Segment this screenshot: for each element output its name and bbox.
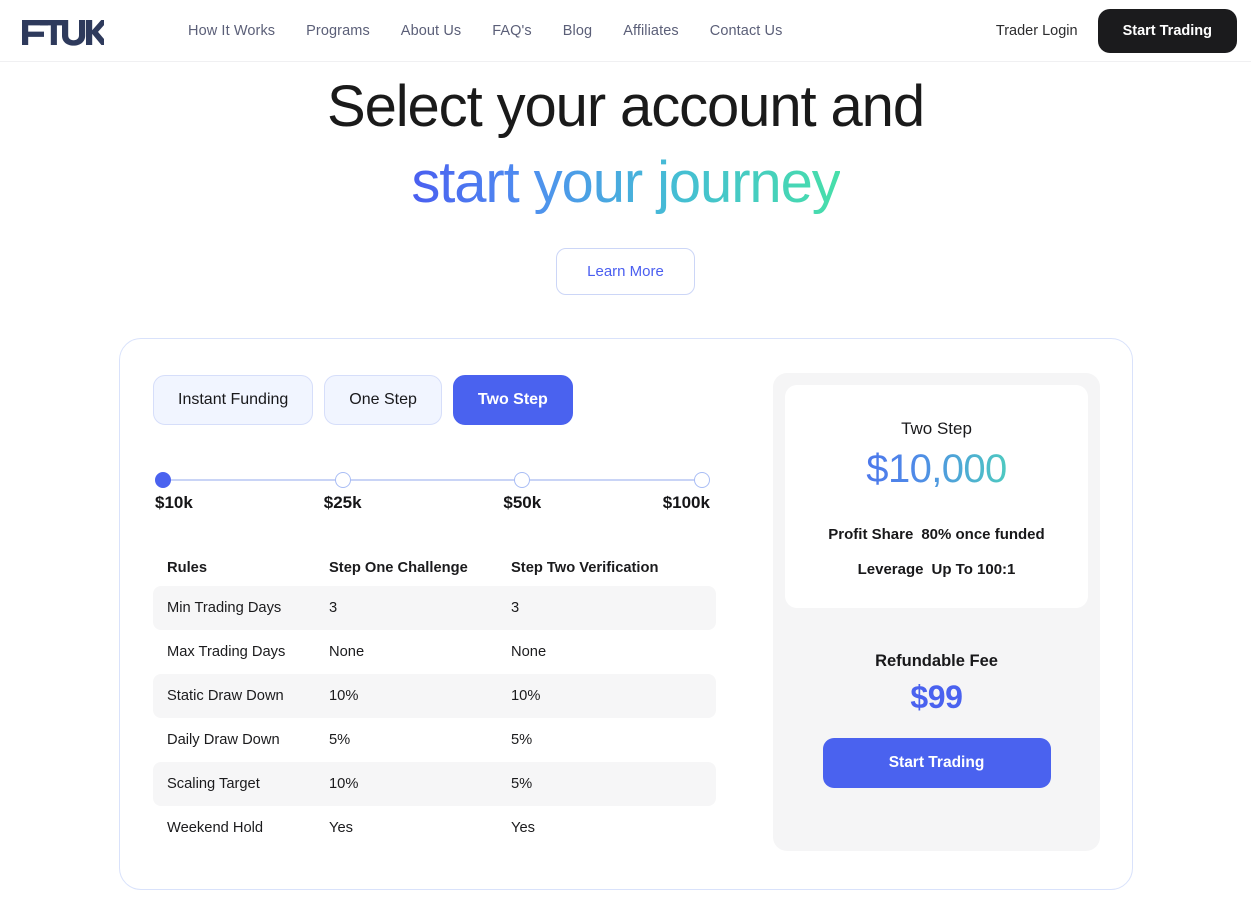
step-one-cell: 3 xyxy=(329,600,338,616)
page-title-line-2: start your journey xyxy=(411,149,840,215)
rule-name-cell: Static Draw Down xyxy=(167,688,284,704)
slider-point-50k[interactable]: $50k xyxy=(503,472,541,512)
table-row: Static Draw Down 10% 10% xyxy=(153,674,716,718)
slider-label-100k: $100k xyxy=(662,493,710,512)
slider-point-100k[interactable]: $100k xyxy=(663,472,710,512)
slider-label-25k: $25k xyxy=(323,493,362,512)
account-selector-panel: Instant Funding One Step Two Step $10k $… xyxy=(119,338,1133,890)
profit-share-label: Profit Share xyxy=(828,526,914,543)
step-two-cell: 5% xyxy=(511,732,533,748)
plan-amount: $10,000 xyxy=(805,447,1068,492)
rules-table: Rules Step One Challenge Step Two Verifi… xyxy=(153,550,716,850)
step-one-cell: 10% xyxy=(329,688,359,704)
plan-summary-card: Two Step $10,000 Profit Share 80% once fu… xyxy=(785,385,1088,608)
rule-name-cell: Weekend Hold xyxy=(167,820,264,836)
slider-handle-10k[interactable] xyxy=(155,472,171,488)
hero-section: Select your account and start your journ… xyxy=(0,62,1251,295)
nav-item-how-it-works[interactable]: How It Works xyxy=(188,23,275,39)
table-row: Max Trading Days None None xyxy=(153,630,716,674)
step-two-cell: None xyxy=(511,644,547,660)
site-header: How It Works Programs About Us FAQ's Blo… xyxy=(0,0,1251,62)
profit-share-value: 80% once funded xyxy=(921,526,1045,543)
plan-type-tabs: Instant Funding One Step Two Step xyxy=(153,375,745,425)
column-header-step-one: Step One Challenge xyxy=(329,560,468,576)
step-one-cell: Yes xyxy=(329,820,353,836)
slider-points: $10k $25k $50k $100k xyxy=(155,472,710,512)
nav-item-blog[interactable]: Blog xyxy=(563,23,592,39)
start-trading-cta-button[interactable]: Start Trading xyxy=(822,738,1051,788)
rule-name-cell: Min Trading Days xyxy=(167,600,282,616)
tab-one-step[interactable]: One Step xyxy=(324,375,442,425)
leverage-row: Leverage Up To 100:1 xyxy=(805,561,1068,578)
learn-more-wrapper: Learn More xyxy=(0,247,1251,295)
tab-two-step[interactable]: Two Step xyxy=(452,375,573,425)
rule-name-cell: Scaling Target xyxy=(167,776,260,792)
profit-share-row: Profit Share 80% once funded xyxy=(805,526,1068,543)
page-title: Select your account and start your journ… xyxy=(0,69,1251,221)
panel-left-column: Instant Funding One Step Two Step $10k $… xyxy=(120,339,745,889)
trader-login-link[interactable]: Trader Login xyxy=(996,23,1078,39)
ftuk-logo[interactable] xyxy=(20,14,116,48)
leverage-value: Up To 100:1 xyxy=(931,561,1016,578)
table-row: Scaling Target 10% 5% xyxy=(153,762,716,806)
nav-item-contact-us[interactable]: Contact Us xyxy=(710,23,783,39)
pricing-card: Two Step $10,000 Profit Share 80% once fu… xyxy=(773,373,1100,851)
slider-point-25k[interactable]: $25k xyxy=(324,472,362,512)
slider-handle-50k[interactable] xyxy=(514,472,531,488)
main-navigation: How It Works Programs About Us FAQ's Blo… xyxy=(188,23,782,39)
step-two-cell: Yes xyxy=(511,820,535,836)
panel-right-column: Two Step $10,000 Profit Share 80% once fu… xyxy=(745,339,1132,889)
column-header-rules: Rules xyxy=(167,560,207,576)
step-one-cell: 10% xyxy=(329,776,359,792)
learn-more-button[interactable]: Learn More xyxy=(556,247,695,295)
nav-item-faqs[interactable]: FAQ's xyxy=(492,23,532,39)
fee-block: Refundable Fee $99 Start Trading xyxy=(785,608,1088,788)
column-header-step-two: Step Two Verification xyxy=(511,560,659,576)
step-two-cell: 5% xyxy=(511,776,533,792)
refundable-fee-amount: $99 xyxy=(910,679,963,715)
slider-handle-100k[interactable] xyxy=(693,472,710,488)
table-row: Weekend Hold Yes Yes xyxy=(153,806,716,850)
step-two-cell: 10% xyxy=(511,688,541,704)
ftuk-logo-icon xyxy=(20,14,104,48)
header-start-trading-button[interactable]: Start Trading xyxy=(1097,8,1237,53)
slider-handle-25k[interactable] xyxy=(334,472,351,488)
nav-item-about-us[interactable]: About Us xyxy=(401,23,461,39)
plan-title: Two Step xyxy=(901,419,972,438)
page-title-line-1: Select your account and xyxy=(327,74,925,139)
tab-instant-funding[interactable]: Instant Funding xyxy=(153,375,314,425)
slider-label-10k: $10k xyxy=(155,493,193,512)
table-header-row: Rules Step One Challenge Step Two Verifi… xyxy=(153,550,716,586)
rule-name-cell: Daily Draw Down xyxy=(167,732,280,748)
refundable-fee-label: Refundable Fee xyxy=(875,652,998,670)
nav-item-affiliates[interactable]: Affiliates xyxy=(623,23,679,39)
table-row: Daily Draw Down 5% 5% xyxy=(153,718,716,762)
account-size-slider[interactable]: $10k $25k $50k $100k xyxy=(155,472,710,512)
step-one-cell: None xyxy=(329,644,365,660)
rule-name-cell: Max Trading Days xyxy=(167,644,286,660)
slider-point-10k[interactable]: $10k xyxy=(155,472,193,512)
table-row: Min Trading Days 3 3 xyxy=(153,586,716,630)
header-actions: Trader Login Start Trading xyxy=(996,8,1251,53)
step-one-cell: 5% xyxy=(329,732,351,748)
slider-label-50k: $50k xyxy=(503,493,542,512)
leverage-label: Leverage xyxy=(857,561,924,578)
nav-item-programs[interactable]: Programs xyxy=(306,23,370,39)
step-two-cell: 3 xyxy=(511,600,520,616)
